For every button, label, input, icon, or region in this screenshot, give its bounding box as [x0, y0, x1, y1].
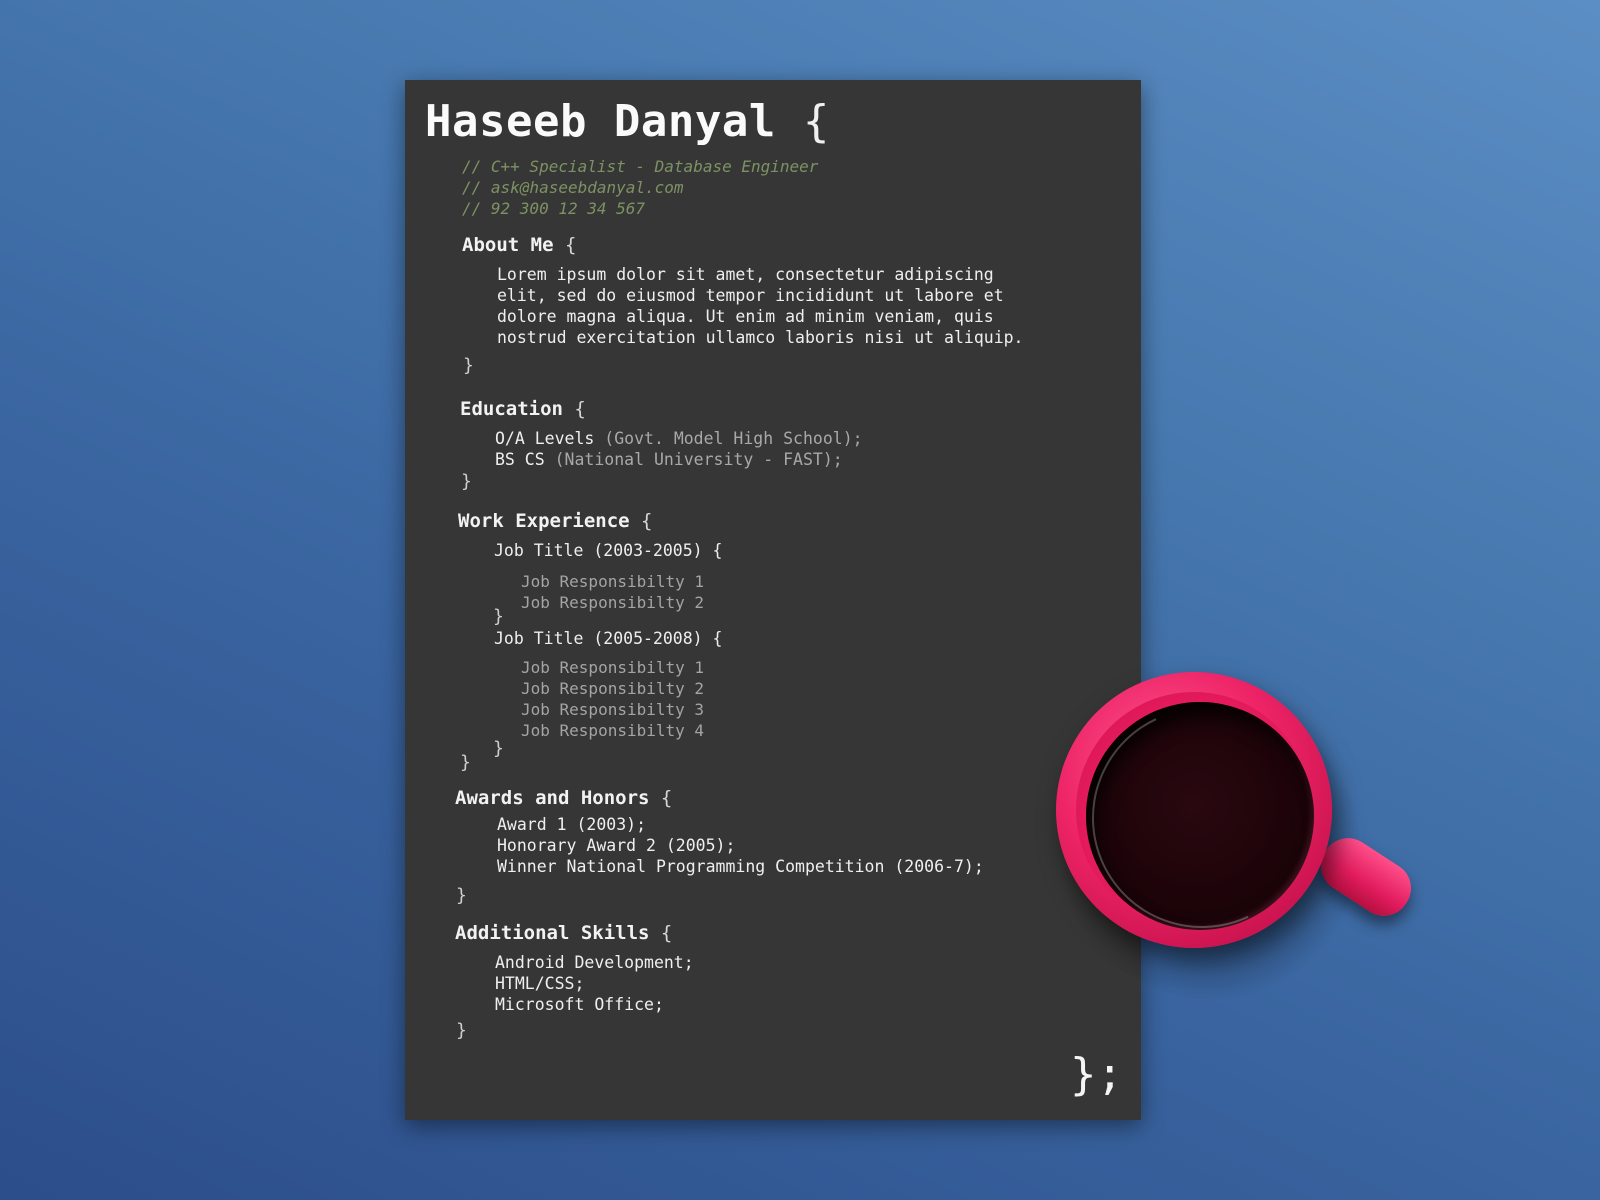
about-text: Lorem ipsum dolor sit amet, consectetur … — [497, 264, 1024, 348]
responsibility-item: Job Responsibilty 4 — [521, 721, 705, 740]
heading-text: Awards and Honors — [455, 787, 650, 809]
education-degree: O/A Levels — [495, 429, 595, 448]
award-item: Award 1 (2003); — [497, 815, 647, 834]
skill-item: Android Development; — [495, 953, 694, 972]
heading-brace: { — [660, 922, 673, 944]
education-degree: BS CS — [495, 450, 545, 469]
heading-text: About Me — [462, 234, 554, 256]
heading-text: Additional Skills — [455, 922, 650, 944]
award-item: Winner National Programming Competition … — [497, 857, 984, 876]
awards-list: Award 1 (2003); Honorary Award 2 (2005); W… — [497, 814, 984, 877]
resume-name: Haseeb Danyal { — [425, 96, 830, 147]
heading-brace: { — [574, 398, 586, 420]
education-list: O/A Levels (Govt. Model High School); BS … — [495, 428, 863, 470]
job-responsibilities: Job Responsibilty 1 Job Responsibilty 2 Jo… — [521, 657, 704, 741]
name-text: Haseeb Danyal — [425, 96, 776, 147]
responsibility-item: Job Responsibilty 1 — [521, 572, 705, 591]
heading-text: Education — [460, 398, 563, 420]
skill-item: Microsoft Office; — [495, 995, 664, 1014]
about-line: elit, sed do eiusmod tempor incididunt u… — [497, 286, 1004, 305]
section-heading-work: Work Experience { — [458, 510, 653, 532]
name-open-brace: { — [802, 96, 830, 147]
responsibility-item: Job Responsibilty 1 — [521, 658, 705, 677]
job-title: Job Title (2005-2008) { — [494, 629, 723, 648]
education-school: (National University - FAST); — [544, 450, 843, 469]
responsibility-item: Job Responsibilty 2 — [521, 593, 705, 612]
heading-brace: { — [660, 787, 673, 809]
job-responsibilities: Job Responsibilty 1 Job Responsibilty 2 — [521, 571, 704, 613]
heading-brace: { — [641, 510, 653, 532]
education-school: (Govt. Model High School); — [594, 429, 863, 448]
skills-close-brace: } — [456, 1020, 467, 1041]
contact-comments: // C++ Specialist - Database Engineer // … — [462, 156, 818, 219]
awards-close-brace: } — [456, 885, 467, 906]
final-close-brace: }; — [1070, 1049, 1123, 1100]
section-heading-education: Education { — [460, 398, 586, 420]
job-close-brace: } — [493, 606, 504, 627]
comment-line: // 92 300 12 34 567 — [462, 199, 646, 218]
about-line: dolore magna aliqua. Ut enim ad minim ve… — [497, 307, 994, 326]
skills-list: Android Development; HTML/CSS; Microsoft O… — [495, 952, 694, 1015]
comment-line: // C++ Specialist - Database Engineer — [462, 157, 819, 176]
section-heading-awards: Awards and Honors { — [455, 787, 672, 809]
about-line: Lorem ipsum dolor sit amet, consectetur … — [497, 265, 994, 284]
skill-item: HTML/CSS; — [495, 974, 585, 993]
about-close-brace: } — [463, 355, 474, 376]
award-item: Honorary Award 2 (2005); — [497, 836, 736, 855]
section-heading-skills: Additional Skills { — [455, 922, 672, 944]
heading-brace: { — [564, 234, 577, 256]
work-close-brace: } — [460, 752, 471, 773]
education-close-brace: } — [461, 471, 472, 492]
job-title: Job Title (2003-2005) { — [494, 541, 723, 560]
section-heading-about: About Me { — [462, 234, 576, 256]
responsibility-item: Job Responsibilty 3 — [521, 700, 705, 719]
heading-text: Work Experience — [458, 510, 630, 532]
about-line: nostrud exercitation ullamco laboris nis… — [497, 328, 1024, 347]
job-close-brace: } — [493, 738, 504, 759]
education-item: BS CS (National University - FAST); — [495, 449, 863, 470]
responsibility-item: Job Responsibilty 2 — [521, 679, 705, 698]
resume-sheet: Haseeb Danyal { // C++ Specialist - Data… — [405, 80, 1141, 1120]
comment-line: // ask@haseebdanyal.com — [462, 178, 684, 197]
education-item: O/A Levels (Govt. Model High School); — [495, 428, 863, 449]
